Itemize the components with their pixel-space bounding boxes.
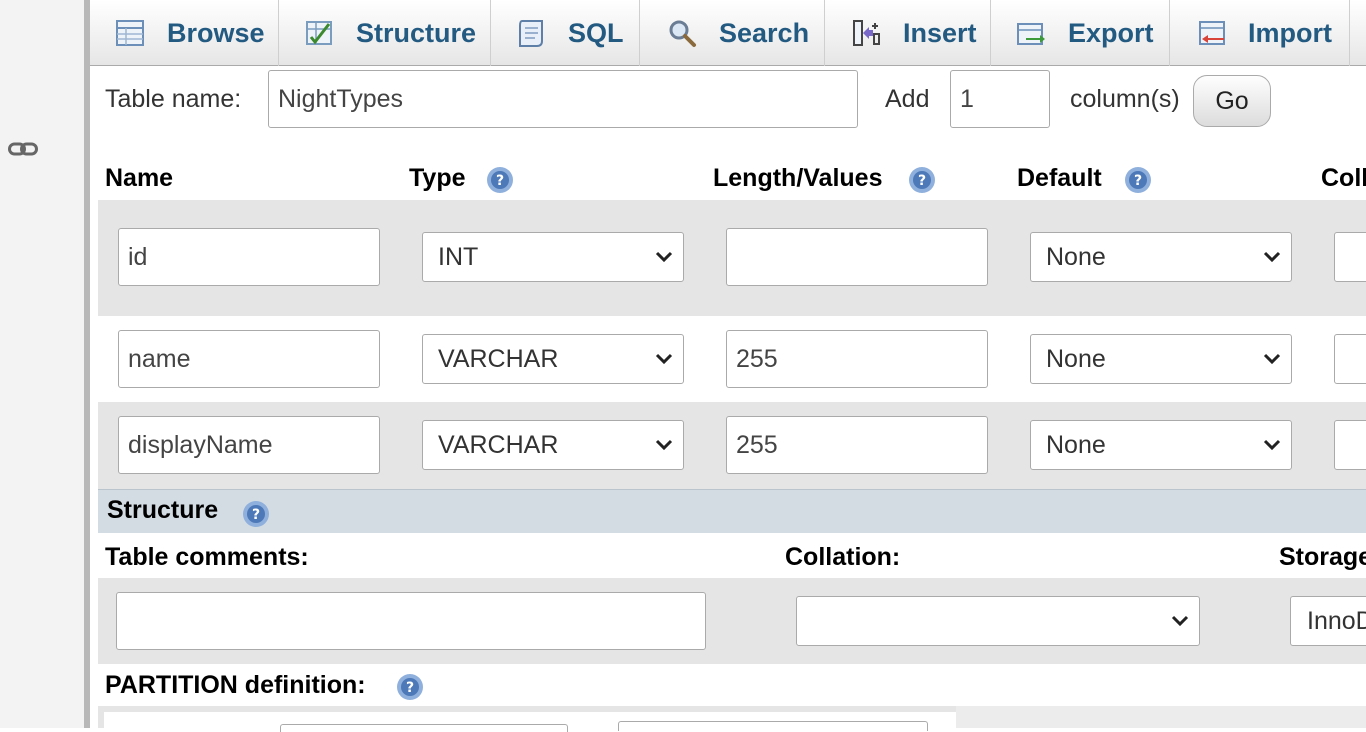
svg-text:?: ?: [1134, 173, 1142, 189]
chevron-down-icon: [1263, 439, 1281, 451]
svg-text:?: ?: [918, 173, 926, 189]
svg-text:?: ?: [252, 507, 260, 523]
column-length-input[interactable]: [726, 228, 988, 286]
column-type-select[interactable]: VARCHAR: [422, 334, 684, 384]
navigation-panel: [0, 0, 84, 728]
column-type-value: VARCHAR: [438, 344, 559, 373]
help-icon[interactable]: ?: [396, 673, 424, 701]
column-collation-select[interactable]: [1334, 334, 1366, 384]
column-default-select[interactable]: None: [1030, 334, 1292, 384]
import-icon: [1199, 21, 1225, 45]
column-type-value: INT: [438, 242, 479, 271]
help-icon[interactable]: ?: [908, 166, 936, 194]
panel-resize-handle[interactable]: [84, 0, 90, 728]
column-header-collation: Coll: [1321, 164, 1366, 192]
chevron-down-icon: [655, 439, 673, 451]
tab-label: Insert: [903, 17, 977, 48]
chevron-down-icon: [655, 353, 673, 365]
column-default-select[interactable]: None: [1030, 232, 1292, 282]
search-icon: [669, 20, 696, 47]
tab-label: Browse: [167, 17, 265, 48]
column-name-input[interactable]: displayName: [118, 416, 380, 474]
column-default-value: None: [1046, 242, 1106, 271]
tab-browse[interactable]: Browse: [90, 0, 279, 66]
column-header-default: Default: [1017, 164, 1102, 192]
tab-search[interactable]: Search: [640, 0, 825, 66]
partition-row-extension: [956, 706, 1366, 728]
collation-select[interactable]: [796, 596, 1200, 646]
collation-label: Collation:: [785, 543, 901, 571]
tab-import[interactable]: Import: [1170, 0, 1350, 66]
tab-insert[interactable]: Insert: [825, 0, 991, 66]
tab-export[interactable]: Export: [991, 0, 1170, 66]
add-column-count-input[interactable]: 1: [950, 70, 1050, 128]
column-length-input[interactable]: 255: [726, 330, 988, 388]
chevron-down-icon: [1263, 251, 1281, 263]
chevron-down-icon: [1171, 615, 1189, 627]
export-icon: [1017, 23, 1045, 45]
structure-title: Structure: [107, 496, 219, 524]
browse-icon: [116, 20, 144, 46]
svg-text:?: ?: [496, 173, 504, 189]
partition-definition-label: PARTITION definition:: [105, 671, 366, 699]
help-icon[interactable]: ?: [1124, 166, 1152, 194]
link-icon[interactable]: [8, 141, 38, 157]
table-name-input[interactable]: NightTypes: [268, 70, 858, 128]
add-label: Add: [885, 85, 930, 113]
sql-icon: [519, 20, 543, 47]
top-tab-bar: Browse Structure SQL Search Insert Expor…: [90, 0, 1366, 66]
structure-icon: [306, 21, 332, 45]
svg-text:?: ?: [406, 680, 414, 696]
column-header-name: Name: [105, 164, 174, 192]
tab-more[interactable]: [1350, 0, 1366, 66]
partition-by-select[interactable]: [280, 724, 568, 732]
insert-icon: [853, 20, 880, 46]
tab-label: Structure: [356, 17, 477, 48]
help-icon[interactable]: ?: [486, 166, 514, 194]
tab-label: Import: [1248, 17, 1332, 48]
chevron-down-icon: [655, 251, 673, 263]
tab-sql[interactable]: SQL: [491, 0, 640, 66]
storage-engine-value: InnoD: [1307, 606, 1366, 635]
tab-structure[interactable]: Structure: [279, 0, 491, 66]
tab-label: Export: [1068, 17, 1154, 48]
column-type-select[interactable]: VARCHAR: [422, 420, 684, 470]
column-name-input[interactable]: name: [118, 330, 380, 388]
column-length-input[interactable]: 255: [726, 416, 988, 474]
table-comments-input[interactable]: [116, 592, 706, 650]
column-header-type: Type: [409, 164, 466, 192]
column-type-select[interactable]: INT: [422, 232, 684, 282]
storage-engine-select[interactable]: InnoD: [1290, 596, 1366, 646]
column-type-value: VARCHAR: [438, 430, 559, 459]
columns-label: column(s): [1070, 85, 1180, 113]
table-comments-label: Table comments:: [105, 543, 309, 571]
column-collation-select[interactable]: [1334, 232, 1366, 282]
column-header-length: Length/Values: [713, 164, 883, 192]
column-name-input[interactable]: id: [118, 228, 380, 286]
partition-expression-input[interactable]: [618, 721, 928, 731]
column-default-value: None: [1046, 344, 1106, 373]
structure-section-header: [98, 489, 1366, 533]
table-name-label: Table name:: [105, 85, 242, 113]
help-icon[interactable]: ?: [242, 500, 270, 528]
column-default-value: None: [1046, 430, 1106, 459]
tab-label: Search: [719, 17, 810, 48]
go-button[interactable]: Go: [1193, 75, 1271, 127]
chevron-down-icon: [1263, 353, 1281, 365]
column-collation-select[interactable]: [1334, 420, 1366, 470]
column-default-select[interactable]: None: [1030, 420, 1292, 470]
storage-engine-label: Storage: [1279, 543, 1366, 571]
tab-label: SQL: [568, 17, 624, 48]
